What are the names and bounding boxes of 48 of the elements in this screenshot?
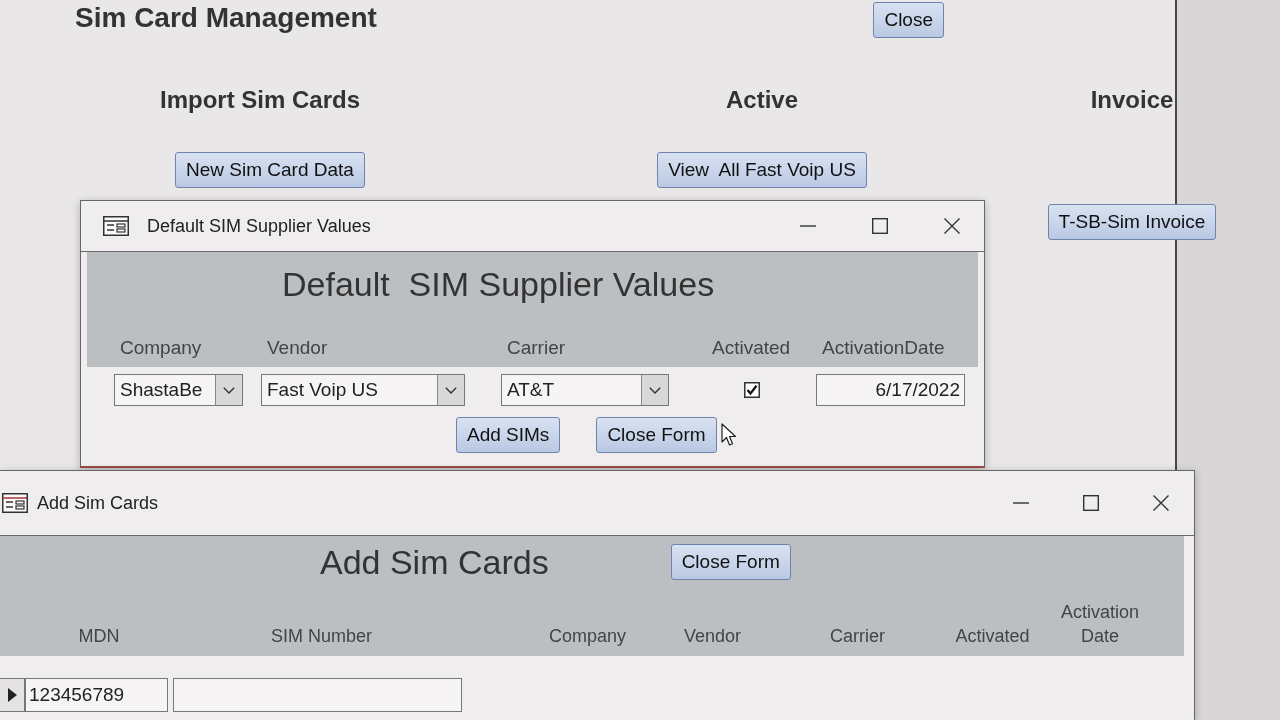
- close-form-button[interactable]: Close Form: [670, 544, 791, 580]
- form-icon: [2, 493, 28, 513]
- chevron-icon: [649, 386, 661, 394]
- text-field[interactable]: 123456789: [25, 678, 168, 712]
- action-button[interactable]: New Sim Card Data: [175, 152, 365, 188]
- column-header: Company: [547, 625, 627, 648]
- section-heading: Invoice: [1090, 86, 1174, 114]
- mouse-pointer-icon: [721, 423, 737, 447]
- text-field[interactable]: [173, 678, 462, 712]
- checkbox[interactable]: [744, 382, 760, 398]
- section-heading: Active: [725, 86, 798, 114]
- chevron-icon: [445, 386, 457, 394]
- maximize-icon[interactable]: [1083, 495, 1099, 511]
- action-button[interactable]: View All Fast Voip US: [657, 152, 867, 188]
- window-title: Default SIM Supplier Values: [147, 215, 371, 237]
- column-header: Vendor: [682, 625, 743, 648]
- column-header: Activation Date: [1059, 601, 1140, 648]
- close-icon[interactable]: [1153, 495, 1169, 511]
- form-button[interactable]: Close Form: [596, 417, 717, 453]
- date-field[interactable]: 6/17/2022: [816, 374, 965, 406]
- column-header: Activated: [954, 625, 1031, 648]
- dropdown-field[interactable]: ShastaBe: [114, 374, 243, 406]
- form-icon: [103, 216, 129, 236]
- action-button[interactable]: T-SB-Sim Invoice: [1047, 204, 1217, 240]
- column-header: MDN: [77, 625, 121, 648]
- section-heading: Import Sim Cards: [160, 86, 361, 114]
- column-header: SIM Number: [270, 625, 373, 648]
- field-label: Vendor: [266, 337, 329, 359]
- close-icon[interactable]: [944, 218, 960, 234]
- field-label: Company: [119, 337, 203, 359]
- form-heading: Add Sim Cards: [320, 542, 549, 582]
- record-selector[interactable]: [0, 678, 25, 712]
- form-title: Sim Card Management: [75, 2, 377, 34]
- field-label: Activated: [711, 337, 792, 359]
- chevron-icon: [223, 386, 235, 394]
- maximize-icon[interactable]: [872, 218, 888, 234]
- form-button[interactable]: Add SIMs: [456, 417, 561, 453]
- field-label: ActivationDate: [821, 337, 946, 359]
- form-heading: Default SIM Supplier Values: [281, 264, 716, 304]
- dropdown-button[interactable]: [641, 375, 668, 405]
- dropdown-field[interactable]: Fast Voip US: [261, 374, 465, 406]
- close-button[interactable]: Close: [873, 2, 944, 38]
- window-title: Add Sim Cards: [37, 492, 159, 514]
- column-header: Carrier: [829, 625, 886, 648]
- dropdown-button[interactable]: [215, 375, 242, 405]
- dropdown-field[interactable]: AT&T: [501, 374, 669, 406]
- field-label: Carrier: [506, 337, 567, 359]
- dropdown-button[interactable]: [437, 375, 464, 405]
